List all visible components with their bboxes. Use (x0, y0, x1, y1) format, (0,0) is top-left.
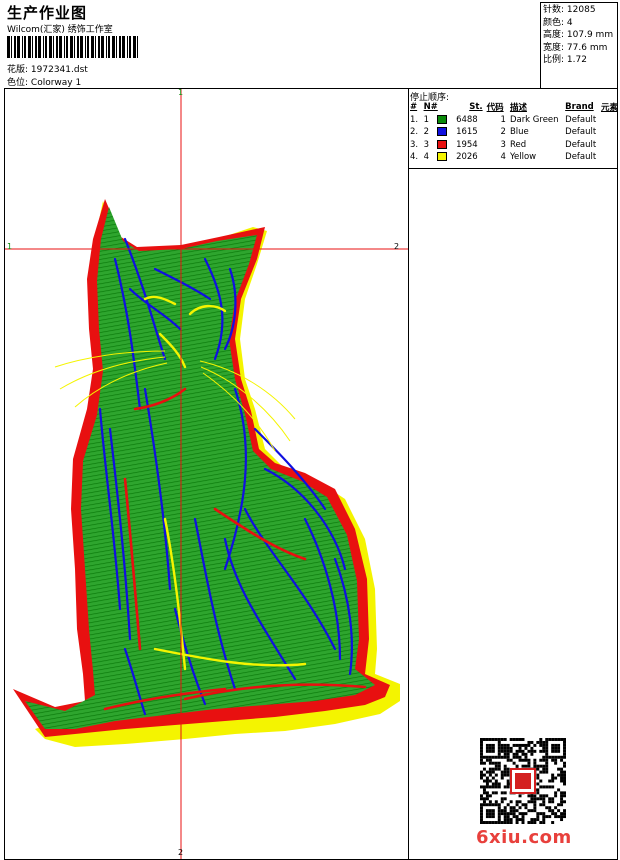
side-panel-divider (408, 88, 409, 860)
color-swatch (437, 127, 448, 137)
table-row: 2. 2 1615 2 Blue Default (410, 127, 597, 138)
color-sequence-table: # N# St. 代码 描述 Brand 元素 1. 1 6488 1 Dark… (408, 101, 620, 164)
stat-stitches: 针数: 12085 (543, 5, 596, 15)
embroidery-canvas (5, 89, 408, 859)
axis-label-left: 1 (7, 242, 13, 251)
table-header: # N# St. 代码 描述 Brand 元素 (410, 102, 618, 114)
side-panel-hline (408, 168, 618, 169)
color-swatch (437, 114, 448, 124)
watermark-logo: 6xiu.com (476, 827, 572, 848)
stat-scale: 比例: 1.72 (543, 55, 587, 66)
table-row: 1. 1 6488 1 Dark Green Default (410, 114, 597, 125)
barcode (7, 36, 138, 58)
page-title: 生产作业图 (7, 4, 88, 22)
axis-label-right: 2 (394, 242, 400, 251)
qr-code (480, 738, 566, 824)
axis-label-top: 1 (178, 88, 184, 97)
design-label: 花版: (7, 65, 29, 75)
color-swatch (437, 152, 448, 162)
stats-list: 针数: 12085 颜色: 4 高度: 107.9 mm 宽度: 77.6 mm… (543, 4, 613, 67)
colorway-label: 色位: (7, 78, 29, 88)
color-swatch (437, 139, 448, 149)
stat-height: 高度: 107.9 mm (543, 30, 614, 41)
colorway-row: 色位: Colorway 1 (7, 75, 81, 88)
design-row: 花版: 1972341.dst (7, 62, 88, 75)
studio-subtitle: Wilcom(汇家) 绣饰工作室 (7, 25, 113, 35)
table-row: 3. 3 1954 3 Red Default (410, 139, 597, 150)
design-value: 1972341.dst (30, 65, 88, 75)
stat-width: 宽度: 77.6 mm (543, 42, 608, 53)
stat-colors: 颜色: 4 (543, 17, 573, 28)
colorway-value: Colorway 1 (30, 78, 82, 88)
table-row: 4. 4 2026 4 Yellow Default (410, 152, 597, 163)
axis-label-bottom: 2 (178, 848, 184, 857)
